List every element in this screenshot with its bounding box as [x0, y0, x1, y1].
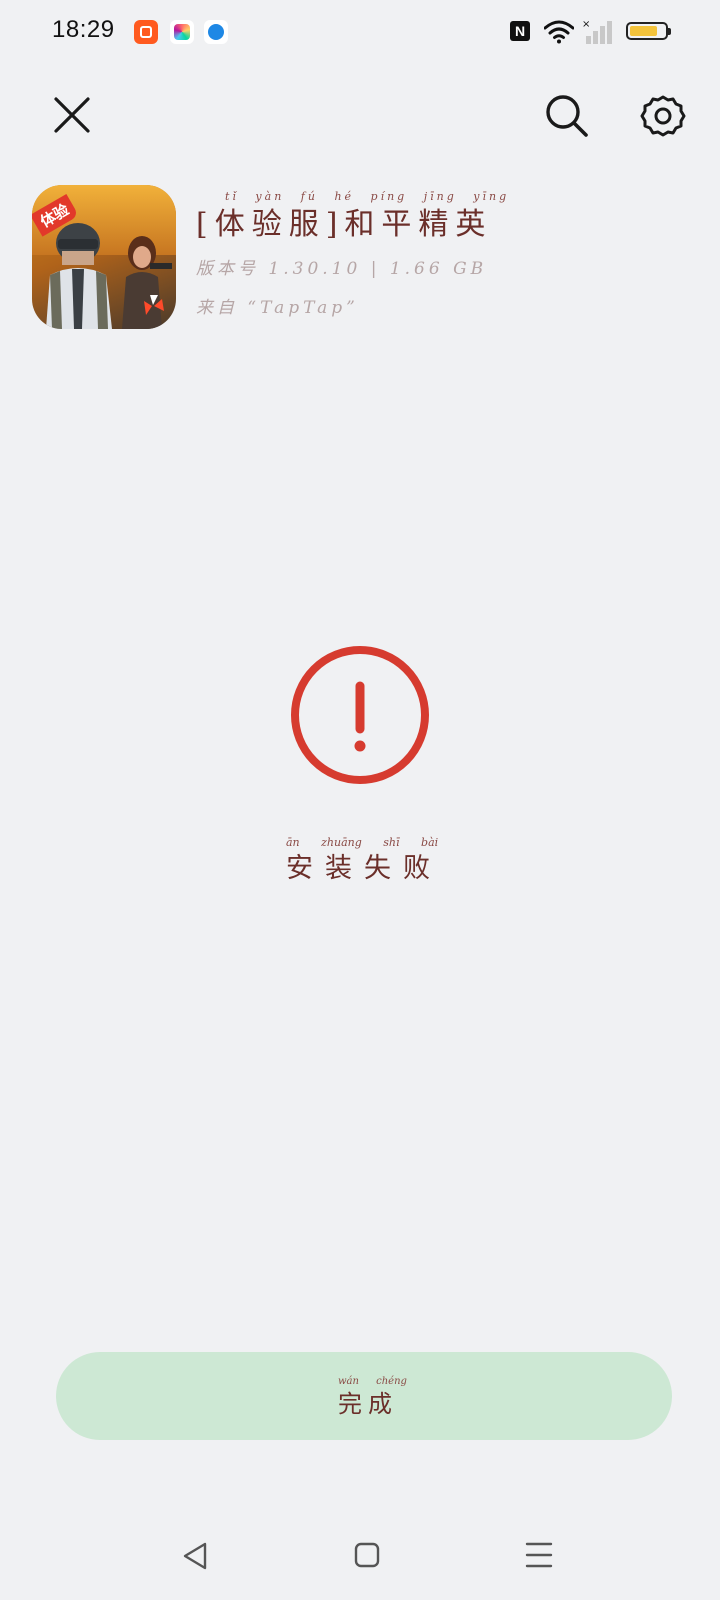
done-button[interactable]: wán chéng 完成: [56, 1352, 672, 1440]
menu-lines-icon[interactable]: [524, 1540, 554, 1570]
svg-text:×: ×: [582, 19, 590, 30]
battery-level: [630, 26, 657, 36]
install-result-screen: 18:29 N × 体验 tǐ yàn fú hé píng jīng yīng…: [0, 0, 720, 1600]
home-square-icon[interactable]: [353, 1541, 381, 1569]
photos-icon: [170, 20, 194, 44]
back-triangle-icon[interactable]: [180, 1540, 210, 1572]
search-icon[interactable]: [544, 93, 590, 139]
status-bar: 18:29 N ×: [0, 0, 720, 64]
kuaishou-icon: [134, 20, 158, 44]
status-time: 18:29: [52, 16, 115, 43]
gear-icon[interactable]: [640, 93, 686, 139]
app-title: [体验服]和平精英: [196, 207, 493, 242]
cellular-signal-icon: ×: [582, 19, 612, 44]
battery-icon: [626, 22, 671, 40]
done-button-label: 完成: [338, 1390, 398, 1418]
system-icons: N ×: [498, 18, 671, 46]
nfc-icon: N: [510, 21, 530, 41]
exclamation-circle-icon: [291, 646, 429, 784]
taptap-mark-icon: [144, 295, 164, 315]
browser-icon: [204, 20, 228, 44]
app-icon: 体验: [32, 185, 176, 329]
close-icon[interactable]: [52, 95, 92, 135]
wifi-icon: [544, 20, 574, 44]
install-failed-text: 安装失败: [286, 853, 442, 884]
app-version: 版本号 1.30.10 | 1.66 GB: [196, 259, 488, 279]
app-source: 来自 “TapTap”: [196, 298, 359, 318]
